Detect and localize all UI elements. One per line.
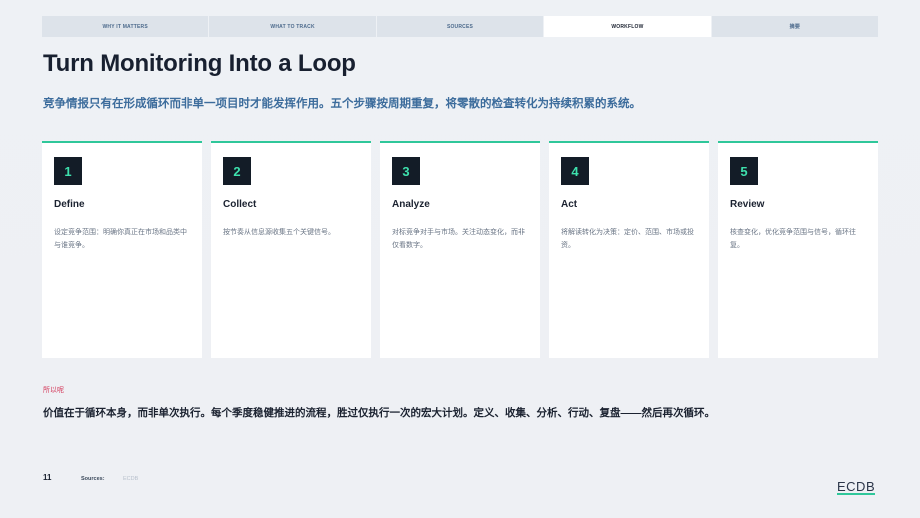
step-card-collect: 2 Collect 按节奏从信息源收集五个关键信号。 <box>211 141 371 358</box>
step-card-review: 5 Review 核查变化，优化竞争范围与信号，循环往复。 <box>718 141 878 358</box>
section-nav: WHY IT MATTERS WHAT TO TRACK SOURCES WOR… <box>42 16 879 37</box>
step-description: 将解读转化为决策：定价、范围、市场或投资。 <box>561 229 694 249</box>
step-title: Define <box>54 199 85 210</box>
tab-what-to-track[interactable]: WHAT TO TRACK <box>209 16 377 37</box>
step-title: Analyze <box>392 199 430 210</box>
step-title: Collect <box>223 199 257 210</box>
step-number-badge: 2 <box>223 157 251 185</box>
step-card-act: 4 Act 将解读转化为决策：定价、范围、市场或投资。 <box>549 141 709 358</box>
step-number-badge: 5 <box>730 157 758 185</box>
sources-value: ECDB <box>123 476 139 482</box>
so-what-text: 价值在于循环本身，而非单次执行。每个季度稳健推进的流程，胜过仅执行一次的宏大计划… <box>43 407 715 419</box>
step-number-badge: 1 <box>54 157 82 185</box>
page-subtitle: 竞争情报只有在形成循环而非单一项目时才能发挥作用。五个步骤按周期重复，将零散的检… <box>43 98 641 110</box>
step-description: 设定竞争范围：明确你真正在市场和品类中与谁竞争。 <box>54 229 187 249</box>
step-number-badge: 3 <box>392 157 420 185</box>
tab-why-it-matters[interactable]: WHY IT MATTERS <box>42 16 210 37</box>
ecdb-logo: ECDB <box>837 479 876 494</box>
step-description: 对标竞争对手与市场。关注动态变化，而非仅看数字。 <box>392 229 525 249</box>
so-what-label: 所以呢 <box>43 387 64 394</box>
logo-underline <box>837 493 875 495</box>
step-title: Act <box>561 199 578 210</box>
tab-sources[interactable]: SOURCES <box>376 16 545 37</box>
step-card-analyze: 3 Analyze 对标竞争对手与市场。关注动态变化，而非仅看数字。 <box>380 141 540 358</box>
page-title: Turn Monitoring Into a Loop <box>43 50 356 77</box>
step-card-define: 1 Define 设定竞争范围：明确你真正在市场和品类中与谁竞争。 <box>42 141 202 358</box>
step-description: 按节奏从信息源收集五个关键信号。 <box>223 229 335 236</box>
page-number: 11 <box>43 473 52 482</box>
sources-label: Sources: <box>81 476 105 482</box>
tab-summary[interactable]: 摘要 <box>711 16 879 37</box>
slide: WHY IT MATTERS WHAT TO TRACK SOURCES WOR… <box>0 0 920 518</box>
step-description: 核查变化，优化竞争范围与信号，循环往复。 <box>730 229 856 249</box>
tab-workflow[interactable]: WORKFLOW <box>544 16 712 37</box>
workflow-steps: 1 Define 设定竞争范围：明确你真正在市场和品类中与谁竞争。 2 Coll… <box>42 141 878 358</box>
step-title: Review <box>730 199 765 210</box>
step-number-badge: 4 <box>561 157 589 185</box>
